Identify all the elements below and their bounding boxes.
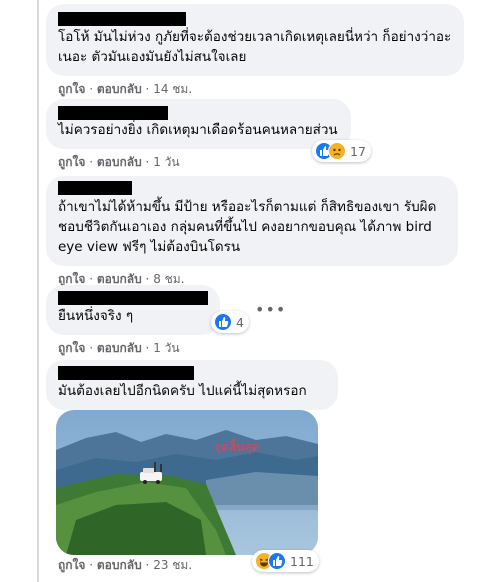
comment-photo[interactable]: จุดสิ้นสุด: [56, 410, 318, 555]
author-name-redacted[interactable]: [58, 106, 168, 120]
sad-icon: [328, 142, 346, 160]
reaction-summary[interactable]: 111: [252, 550, 319, 572]
comment-5-actions-wrap: ถูกใจ · ตอบกลับ · 23 ชม.: [46, 552, 192, 574]
comment-text: โอโห้ มันไม่ห่วง กูภัยที่จะต้องช่วยเวลาเ…: [58, 29, 452, 65]
reply-link[interactable]: ตอบกลับ: [97, 558, 142, 572]
like-link[interactable]: ถูกใจ: [58, 341, 85, 355]
comment-time[interactable]: 1 วัน: [153, 155, 179, 169]
comment-1: โอโห้ มันไม่ห่วง กูภัยที่จะต้องช่วยเวลาเ…: [46, 4, 464, 98]
reply-link[interactable]: ตอบกลับ: [97, 341, 142, 355]
author-name-redacted[interactable]: [58, 291, 208, 305]
more-options-icon[interactable]: •••: [255, 300, 286, 319]
reply-link[interactable]: ตอบกลับ: [97, 155, 142, 169]
author-name-redacted[interactable]: [58, 366, 194, 380]
reply-link[interactable]: ตอบกลับ: [97, 82, 142, 96]
comment-text: ไม่ควรอย่างยิ่ง เกิดเหตุมาเดือดร้อนคนหลา…: [58, 122, 338, 138]
comment-4: ยืนหนึ่งจริง ๆ ถูกใจ · ตอบกลับ · 1 วัน: [46, 285, 220, 357]
comment-3: ถ้าเขาไม่ได้ห้ามขึ้น มีป้าย หรืออะไรก็ตา…: [46, 176, 458, 288]
like-icon: [214, 313, 232, 331]
like-link[interactable]: ถูกใจ: [58, 155, 85, 169]
comment-time[interactable]: 8 ชม.: [153, 272, 184, 286]
like-link[interactable]: ถูกใจ: [58, 272, 85, 286]
comment-time[interactable]: 1 วัน: [153, 341, 179, 355]
comment-5: มันต้องเลยไปอีกนิดครับ ไปแค่นี้ไม่สุดหรอ…: [46, 360, 338, 410]
reaction-count: 4: [236, 314, 244, 330]
comment-actions: ถูกใจ · ตอบกลับ · 1 วัน: [58, 341, 180, 355]
thread-line: [37, 0, 39, 582]
comment-bubble: โอโห้ มันไม่ห่วง กูภัยที่จะต้องช่วยเวลาเ…: [46, 4, 464, 76]
comment-text: มันต้องเลยไปอีกนิดครับ ไปแค่นี้ไม่สุดหรอ…: [58, 383, 307, 399]
comment-actions: ถูกใจ · ตอบกลับ · 23 ชม.: [58, 558, 193, 572]
author-name-redacted[interactable]: [58, 12, 186, 26]
reaction-count: 111: [290, 553, 314, 569]
like-link[interactable]: ถูกใจ: [58, 82, 85, 96]
like-link[interactable]: ถูกใจ: [58, 558, 85, 572]
comment-bubble: ไม่ควรอย่างยิ่ง เกิดเหตุมาเดือดร้อนคนหลา…: [46, 99, 351, 149]
comment-actions: ถูกใจ · ตอบกลับ · 1 วัน: [58, 155, 180, 169]
reply-link[interactable]: ตอบกลับ: [97, 272, 142, 286]
comment-actions: ถูกใจ · ตอบกลับ · 14 ชม.: [58, 82, 193, 96]
reaction-count: 17: [350, 143, 366, 159]
mountain-photo: [56, 410, 318, 555]
comment-time[interactable]: 14 ชม.: [153, 82, 192, 96]
reaction-summary[interactable]: 17: [312, 140, 371, 162]
comment-bubble: ยืนหนึ่งจริง ๆ: [46, 285, 220, 335]
comment-text: ถ้าเขาไม่ได้ห้ามขึ้น มีป้าย หรืออะไรก็ตา…: [58, 199, 437, 255]
reaction-summary[interactable]: 4: [211, 311, 249, 333]
like-icon: [268, 552, 286, 570]
comment-bubble: ถ้าเขาไม่ได้ห้ามขึ้น มีป้าย หรืออะไรก็ตา…: [46, 176, 458, 266]
comment-bubble: มันต้องเลยไปอีกนิดครับ ไปแค่นี้ไม่สุดหรอ…: [46, 360, 338, 410]
comment-text: ยืนหนึ่งจริง ๆ: [58, 308, 134, 324]
comment-2: ไม่ควรอย่างยิ่ง เกิดเหตุมาเดือดร้อนคนหลา…: [46, 99, 351, 171]
photo-caption: จุดสิ้นสุด: [214, 440, 260, 454]
author-name-redacted[interactable]: [58, 181, 132, 195]
comment-time[interactable]: 23 ชม.: [153, 558, 192, 572]
